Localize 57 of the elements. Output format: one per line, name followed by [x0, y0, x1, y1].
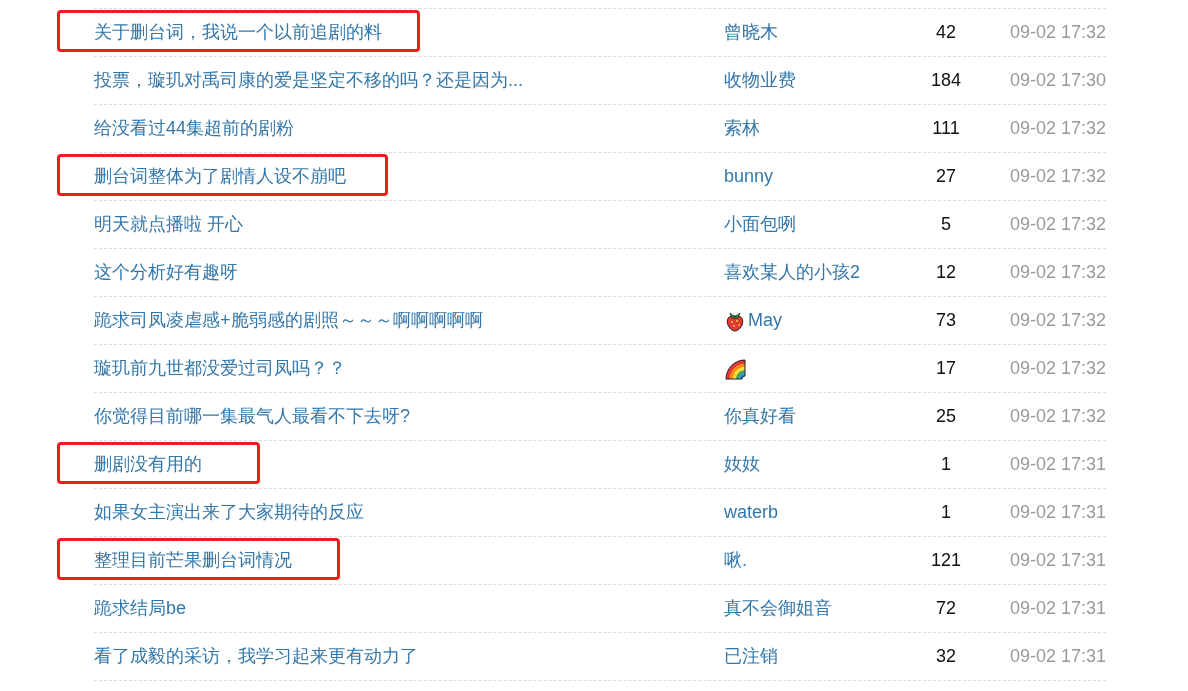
reply-count: 111 — [932, 118, 960, 138]
author-link[interactable]: 收物业费 — [724, 67, 796, 94]
topic-link[interactable]: 给没看过44集超前的剧粉 — [94, 118, 295, 138]
author-link[interactable]: 奻奻 — [724, 451, 760, 478]
reply-count: 121 — [930, 550, 961, 570]
post-time: 09-02 17:31 — [1009, 550, 1106, 570]
author-link[interactable]: bunny — [724, 163, 774, 190]
post-time: 09-02 17:31 — [1009, 598, 1106, 618]
post-time: 09-02 17:31 — [1009, 454, 1106, 474]
post-time: 09-02 17:32 — [1009, 22, 1106, 42]
author-link[interactable]: 已注销 — [724, 643, 778, 670]
topic-link[interactable]: 整理目前芒果删台词情况 — [94, 550, 292, 570]
topic-link[interactable]: 这个分析好有趣呀 — [94, 262, 238, 282]
post-time: 09-02 17:31 — [1009, 646, 1106, 666]
author-link[interactable]: 索林 — [724, 115, 760, 142]
reply-count: 27 — [936, 166, 956, 186]
post-time: 09-02 17:32 — [1009, 310, 1106, 330]
post-time: 09-02 17:32 — [1009, 262, 1106, 282]
author-link[interactable]: 曾晓木 — [724, 19, 778, 46]
topic-link[interactable]: 关于删台词，我说一个以前追剧的料 — [94, 22, 382, 42]
post-time: 09-02 17:32 — [1009, 214, 1106, 234]
topic-link[interactable]: 删台词整体为了剧情人设不崩吧 — [94, 166, 346, 186]
reply-count: 32 — [936, 646, 956, 666]
reply-count: 73 — [936, 310, 956, 330]
rainbow-icon — [724, 357, 748, 380]
topic-link[interactable]: 删剧没有用的 — [94, 454, 202, 474]
reply-count: 42 — [936, 22, 956, 42]
topic-link[interactable]: 看了成毅的采访，我学习起来更有动力了 — [94, 646, 418, 666]
topic-link[interactable]: 跪求结局be — [94, 598, 187, 618]
reply-count: 72 — [936, 598, 956, 618]
author-link[interactable]: 真不会御姐音 — [724, 595, 832, 622]
author-link[interactable]: 你真好看 — [724, 403, 796, 430]
author-link[interactable]: waterb — [724, 499, 779, 526]
topic-link[interactable]: 跪求司凤凌虐感+脆弱感的剧照～～～啊啊啊啊啊 — [94, 310, 483, 330]
post-time: 09-02 17:32 — [1009, 358, 1106, 378]
reply-count: 1 — [941, 454, 951, 474]
post-time: 09-02 17:32 — [1009, 406, 1106, 426]
topic-link[interactable]: 璇玑前九世都没爱过司凤吗？？ — [94, 358, 346, 378]
post-time: 09-02 17:31 — [1009, 502, 1106, 522]
strawberry-icon — [724, 309, 746, 332]
topic-link[interactable]: 投票，璇玑对禹司康的爱是坚定不移的吗？还是因为... — [94, 70, 523, 90]
post-time: 09-02 17:30 — [1009, 70, 1106, 90]
topic-link[interactable]: 如果女主演出来了大家期待的反应 — [94, 502, 364, 522]
author-link[interactable]: May — [748, 307, 782, 334]
author-link[interactable]: 小面包咧 — [724, 211, 796, 238]
topic-link[interactable]: 你觉得目前哪一集最气人最看不下去呀? — [94, 406, 410, 426]
reply-count: 5 — [941, 214, 951, 234]
author-link[interactable]: 喜欢某人的小孩2 — [724, 259, 860, 286]
reply-count: 17 — [936, 358, 956, 378]
topic-link[interactable]: 明天就点播啦 开心 — [94, 214, 243, 234]
post-time: 09-02 17:32 — [1009, 166, 1106, 186]
author-link[interactable]: 啾. — [724, 547, 747, 574]
post-time: 09-02 17:32 — [1009, 118, 1106, 138]
reply-count: 1 — [941, 502, 951, 522]
reply-count: 12 — [936, 262, 956, 282]
reply-count: 184 — [930, 70, 961, 90]
reply-count: 25 — [936, 406, 956, 426]
